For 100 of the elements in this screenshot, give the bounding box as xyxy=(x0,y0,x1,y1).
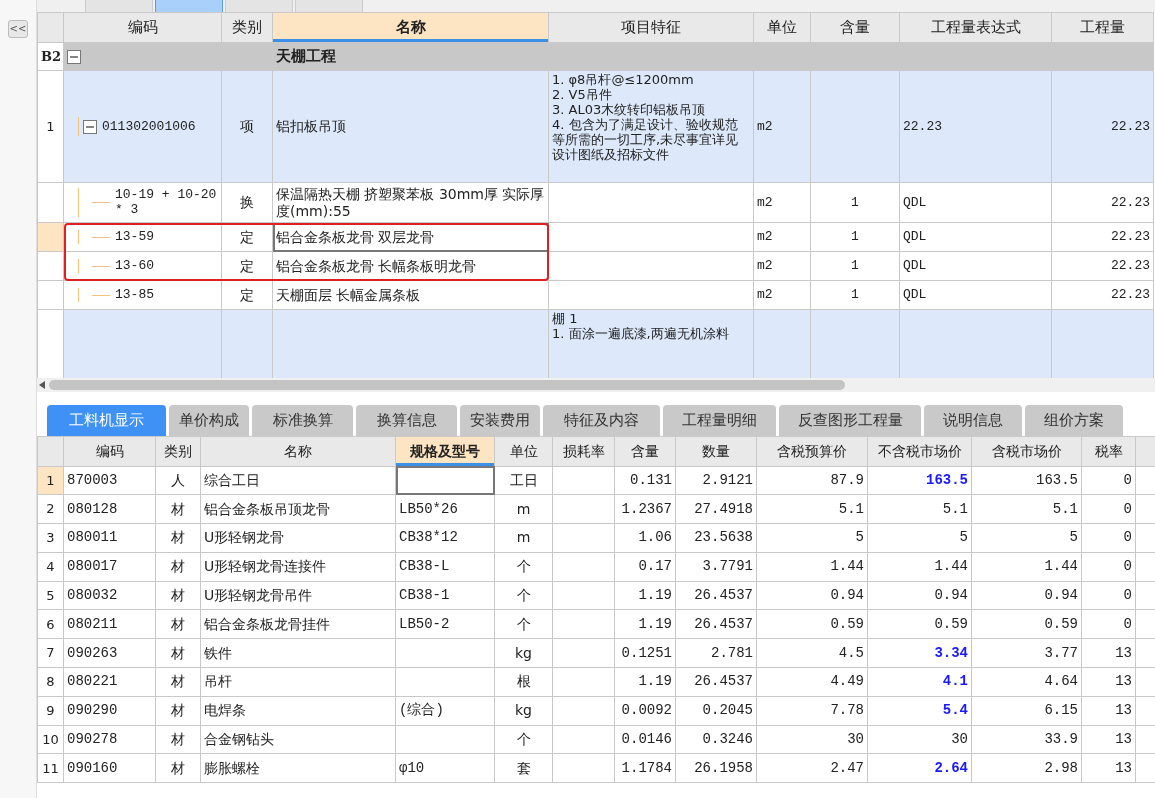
tab[interactable]: 安装费用 xyxy=(460,405,540,436)
column-header[interactable]: 工程量 xyxy=(1051,12,1154,43)
name-cell: 铁件 xyxy=(200,638,396,668)
tax-rate-cell: 13 xyxy=(1081,638,1136,668)
type-cell: 材 xyxy=(155,667,201,697)
content-cell: 1 xyxy=(810,222,900,252)
row-header[interactable]: 11 xyxy=(37,753,64,783)
row-header[interactable]: 2 xyxy=(37,494,64,524)
row-header[interactable]: 7 xyxy=(37,638,64,668)
price-cell: 0.59 xyxy=(971,610,1082,639)
column-header[interactable]: 编码 xyxy=(63,436,156,466)
row-header[interactable] xyxy=(37,182,64,223)
quota-code: 13-60 xyxy=(115,258,154,274)
item-name: 铝扣板吊顶 xyxy=(272,70,549,183)
spec-cell[interactable] xyxy=(395,466,495,495)
column-header[interactable]: 规格及型号 xyxy=(395,436,495,466)
column-header[interactable]: 名称 xyxy=(272,12,549,43)
quantity-cell: 0.2045 xyxy=(675,696,757,726)
tab[interactable] xyxy=(155,0,223,12)
tab[interactable]: 组价方案 xyxy=(1025,405,1123,436)
tax-rate-cell: 13 xyxy=(1081,725,1136,754)
tab[interactable]: 反查图形工程量 xyxy=(779,405,921,436)
column-header[interactable]: 含量 xyxy=(810,12,900,43)
column-header[interactable]: 工程量表达式 xyxy=(899,12,1052,43)
collapse-icon[interactable] xyxy=(83,119,97,134)
row-header[interactable]: 1 xyxy=(37,466,64,495)
tab[interactable] xyxy=(295,0,363,12)
type-cell: 材 xyxy=(155,696,201,726)
price-cell: 163.5 xyxy=(971,466,1082,495)
row-header[interactable] xyxy=(37,222,64,252)
content-cell: 0.17 xyxy=(614,552,676,582)
name-cell: U形轻钢龙骨连接件 xyxy=(200,552,396,582)
column-header[interactable]: 损耗率 xyxy=(552,436,615,466)
tab[interactable]: 标准换算 xyxy=(252,405,353,436)
quantity-cell: 3.7791 xyxy=(675,552,757,582)
quota-code: 13-85 xyxy=(115,287,154,303)
content-cell: 1.19 xyxy=(614,667,676,697)
row-header[interactable] xyxy=(37,280,64,310)
column-header[interactable]: 名称 xyxy=(200,436,396,466)
price-cell: 33.9 xyxy=(971,725,1082,754)
content-cell: 1.19 xyxy=(614,610,676,639)
column-header[interactable]: 项目特征 xyxy=(548,12,754,43)
column-header[interactable]: 税率 xyxy=(1081,436,1136,466)
price-cell: 5 xyxy=(756,523,868,553)
tab[interactable]: 说明信息 xyxy=(924,405,1022,436)
spec-cell: LB50*26 xyxy=(395,494,495,524)
column-header[interactable]: 类别 xyxy=(155,436,201,466)
column-header[interactable]: 含税市场价 xyxy=(971,436,1082,466)
column-header[interactable]: 类别 xyxy=(221,12,273,43)
column-header[interactable]: 编码 xyxy=(63,12,222,43)
spec-cell: CB38-1 xyxy=(395,581,495,610)
row-header[interactable]: 5 xyxy=(37,581,64,610)
collapse-icon[interactable] xyxy=(67,49,81,64)
quantity-cell: 22.23 xyxy=(1051,280,1154,310)
row-header[interactable]: 10 xyxy=(37,725,64,754)
type-cell: 材 xyxy=(155,552,201,582)
tab[interactable]: 换算信息 xyxy=(356,405,457,436)
type-cell: 材 xyxy=(155,494,201,524)
row-header[interactable]: 4 xyxy=(37,552,64,582)
price-cell: 5.4 xyxy=(867,696,972,726)
price-cell: 0.94 xyxy=(867,581,972,610)
quota-name: 保温隔热天棚 挤塑聚苯板 30mm厚 实际厚度(mm):55 xyxy=(272,182,549,223)
column-header[interactable]: 含量 xyxy=(614,436,676,466)
price-cell: 4.49 xyxy=(756,667,868,697)
price-cell: 1.44 xyxy=(756,552,868,582)
row-header[interactable]: 8 xyxy=(37,667,64,697)
quantity-expression: QDL xyxy=(899,280,1052,310)
row-header[interactable]: 9 xyxy=(37,696,64,726)
row-header[interactable] xyxy=(37,251,64,281)
price-cell: 4.64 xyxy=(971,667,1082,697)
unit-cell: 工日 xyxy=(494,466,553,495)
quantity-cell: 27.4918 xyxy=(675,494,757,524)
type-cell: 材 xyxy=(155,753,201,783)
unit-cell: 个 xyxy=(494,610,553,639)
tab[interactable] xyxy=(85,0,153,12)
price-cell: 30 xyxy=(867,725,972,754)
collapse-button[interactable]: << xyxy=(8,20,28,38)
column-header[interactable]: 数量 xyxy=(675,436,757,466)
name-cell: U形轻钢龙骨吊件 xyxy=(200,581,396,610)
tab[interactable] xyxy=(225,0,293,12)
content-cell: 1.19 xyxy=(614,581,676,610)
content-cell: 0.131 xyxy=(614,466,676,495)
tab[interactable]: 工程量明细 xyxy=(663,405,776,436)
column-header[interactable]: 单位 xyxy=(753,12,811,43)
scroll-left-icon[interactable] xyxy=(39,381,45,389)
row-header[interactable]: 6 xyxy=(37,610,64,639)
code-cell: 080211 xyxy=(63,610,156,639)
row-header[interactable]: 3 xyxy=(37,523,64,553)
column-header[interactable]: 不含税市场价 xyxy=(867,436,972,466)
scrollbar-thumb[interactable] xyxy=(49,380,845,390)
tab[interactable]: 单价构成 xyxy=(169,405,249,436)
unit-cell: m2 xyxy=(753,251,811,281)
unit-cell: kg xyxy=(494,638,553,668)
quantity-cell: 22.23 xyxy=(1051,70,1154,183)
column-header[interactable]: 含税预算价 xyxy=(756,436,868,466)
quota-name: 铝合金条板龙骨 双层龙骨 xyxy=(272,222,549,252)
tab[interactable]: 特征及内容 xyxy=(543,405,660,436)
content-cell: 1 xyxy=(810,182,900,223)
column-header[interactable]: 单位 xyxy=(494,436,553,466)
price-cell: 0.94 xyxy=(756,581,868,610)
